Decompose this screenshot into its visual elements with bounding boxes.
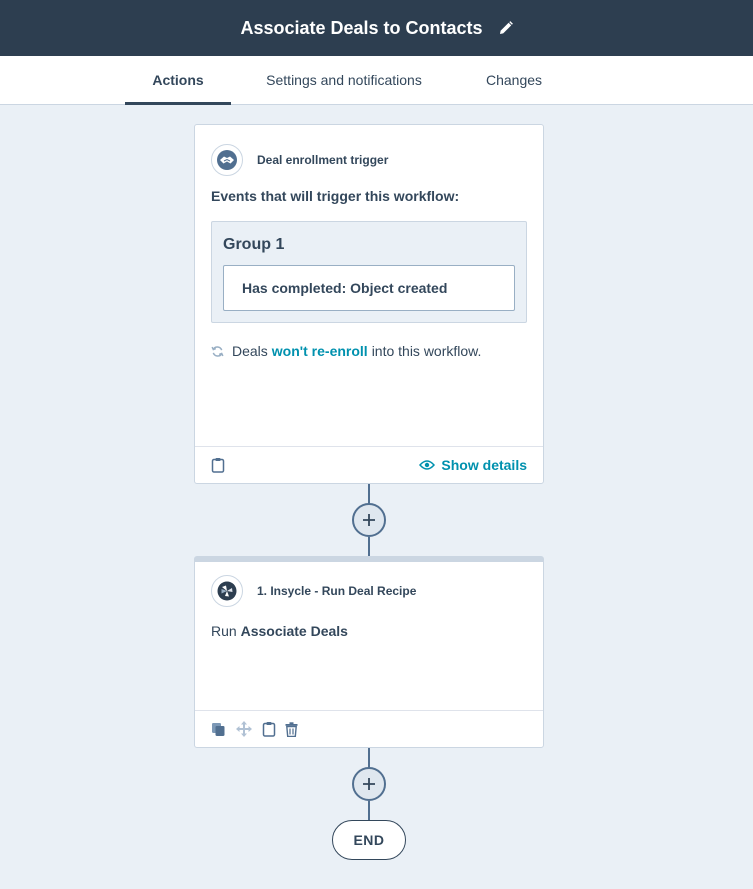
top-bar: Associate Deals to Contacts <box>0 0 753 56</box>
trash-icon[interactable] <box>285 721 298 737</box>
trigger-card-footer: Show details <box>195 446 543 483</box>
reenroll-notice: Deals won't re-enroll into this workflow… <box>211 343 481 359</box>
copy-icon[interactable] <box>211 722 226 737</box>
handshake-icon <box>211 144 243 176</box>
tab-actions[interactable]: Actions <box>125 56 231 105</box>
move-icon[interactable] <box>235 720 253 738</box>
end-node: END <box>332 820 406 860</box>
add-action-button[interactable] <box>352 767 386 801</box>
insycle-logo-icon <box>211 575 243 607</box>
connector-line <box>368 801 370 821</box>
enrollment-trigger-card[interactable]: Deal enrollment trigger Events that will… <box>194 124 544 484</box>
plus-icon <box>362 777 376 791</box>
action-description: Run Associate Deals <box>211 623 348 639</box>
filter-condition-label: Has completed: Object created <box>242 280 448 296</box>
show-details-label: Show details <box>441 457 527 473</box>
add-action-button[interactable] <box>352 503 386 537</box>
events-label: Events that will trigger this workflow: <box>211 188 460 204</box>
clipboard-icon[interactable] <box>211 457 225 473</box>
connector-line <box>368 537 370 557</box>
action-card[interactable]: 1. Insycle - Run Deal Recipe Run Associa… <box>194 556 544 748</box>
reenroll-suffix: into this workflow. <box>371 343 482 359</box>
tab-bar: Actions Settings and notifications Chang… <box>0 56 753 105</box>
plus-icon <box>362 513 376 527</box>
show-details-button[interactable]: Show details <box>419 457 527 473</box>
reenroll-prefix: Deals <box>232 343 268 359</box>
filter-condition[interactable]: Has completed: Object created <box>223 265 515 311</box>
trigger-type-label: Deal enrollment trigger <box>257 153 389 167</box>
filter-group[interactable]: Group 1 Has completed: Object created <box>211 221 527 323</box>
run-target: Associate Deals <box>240 623 348 639</box>
end-label: END <box>353 832 385 848</box>
group-title: Group 1 <box>223 236 285 253</box>
action-card-footer <box>195 710 543 747</box>
clipboard-icon[interactable] <box>262 721 276 737</box>
reenroll-link[interactable]: won't re-enroll <box>272 343 368 359</box>
refresh-icon <box>211 345 224 358</box>
tab-settings-and-notifications[interactable]: Settings and notifications <box>249 56 439 104</box>
action-title: 1. Insycle - Run Deal Recipe <box>257 584 417 598</box>
tab-changes[interactable]: Changes <box>470 56 558 104</box>
eye-icon <box>419 459 436 471</box>
pencil-icon[interactable] <box>499 21 513 35</box>
run-prefix: Run <box>211 623 237 639</box>
workflow-title: Associate Deals to Contacts <box>240 17 483 38</box>
